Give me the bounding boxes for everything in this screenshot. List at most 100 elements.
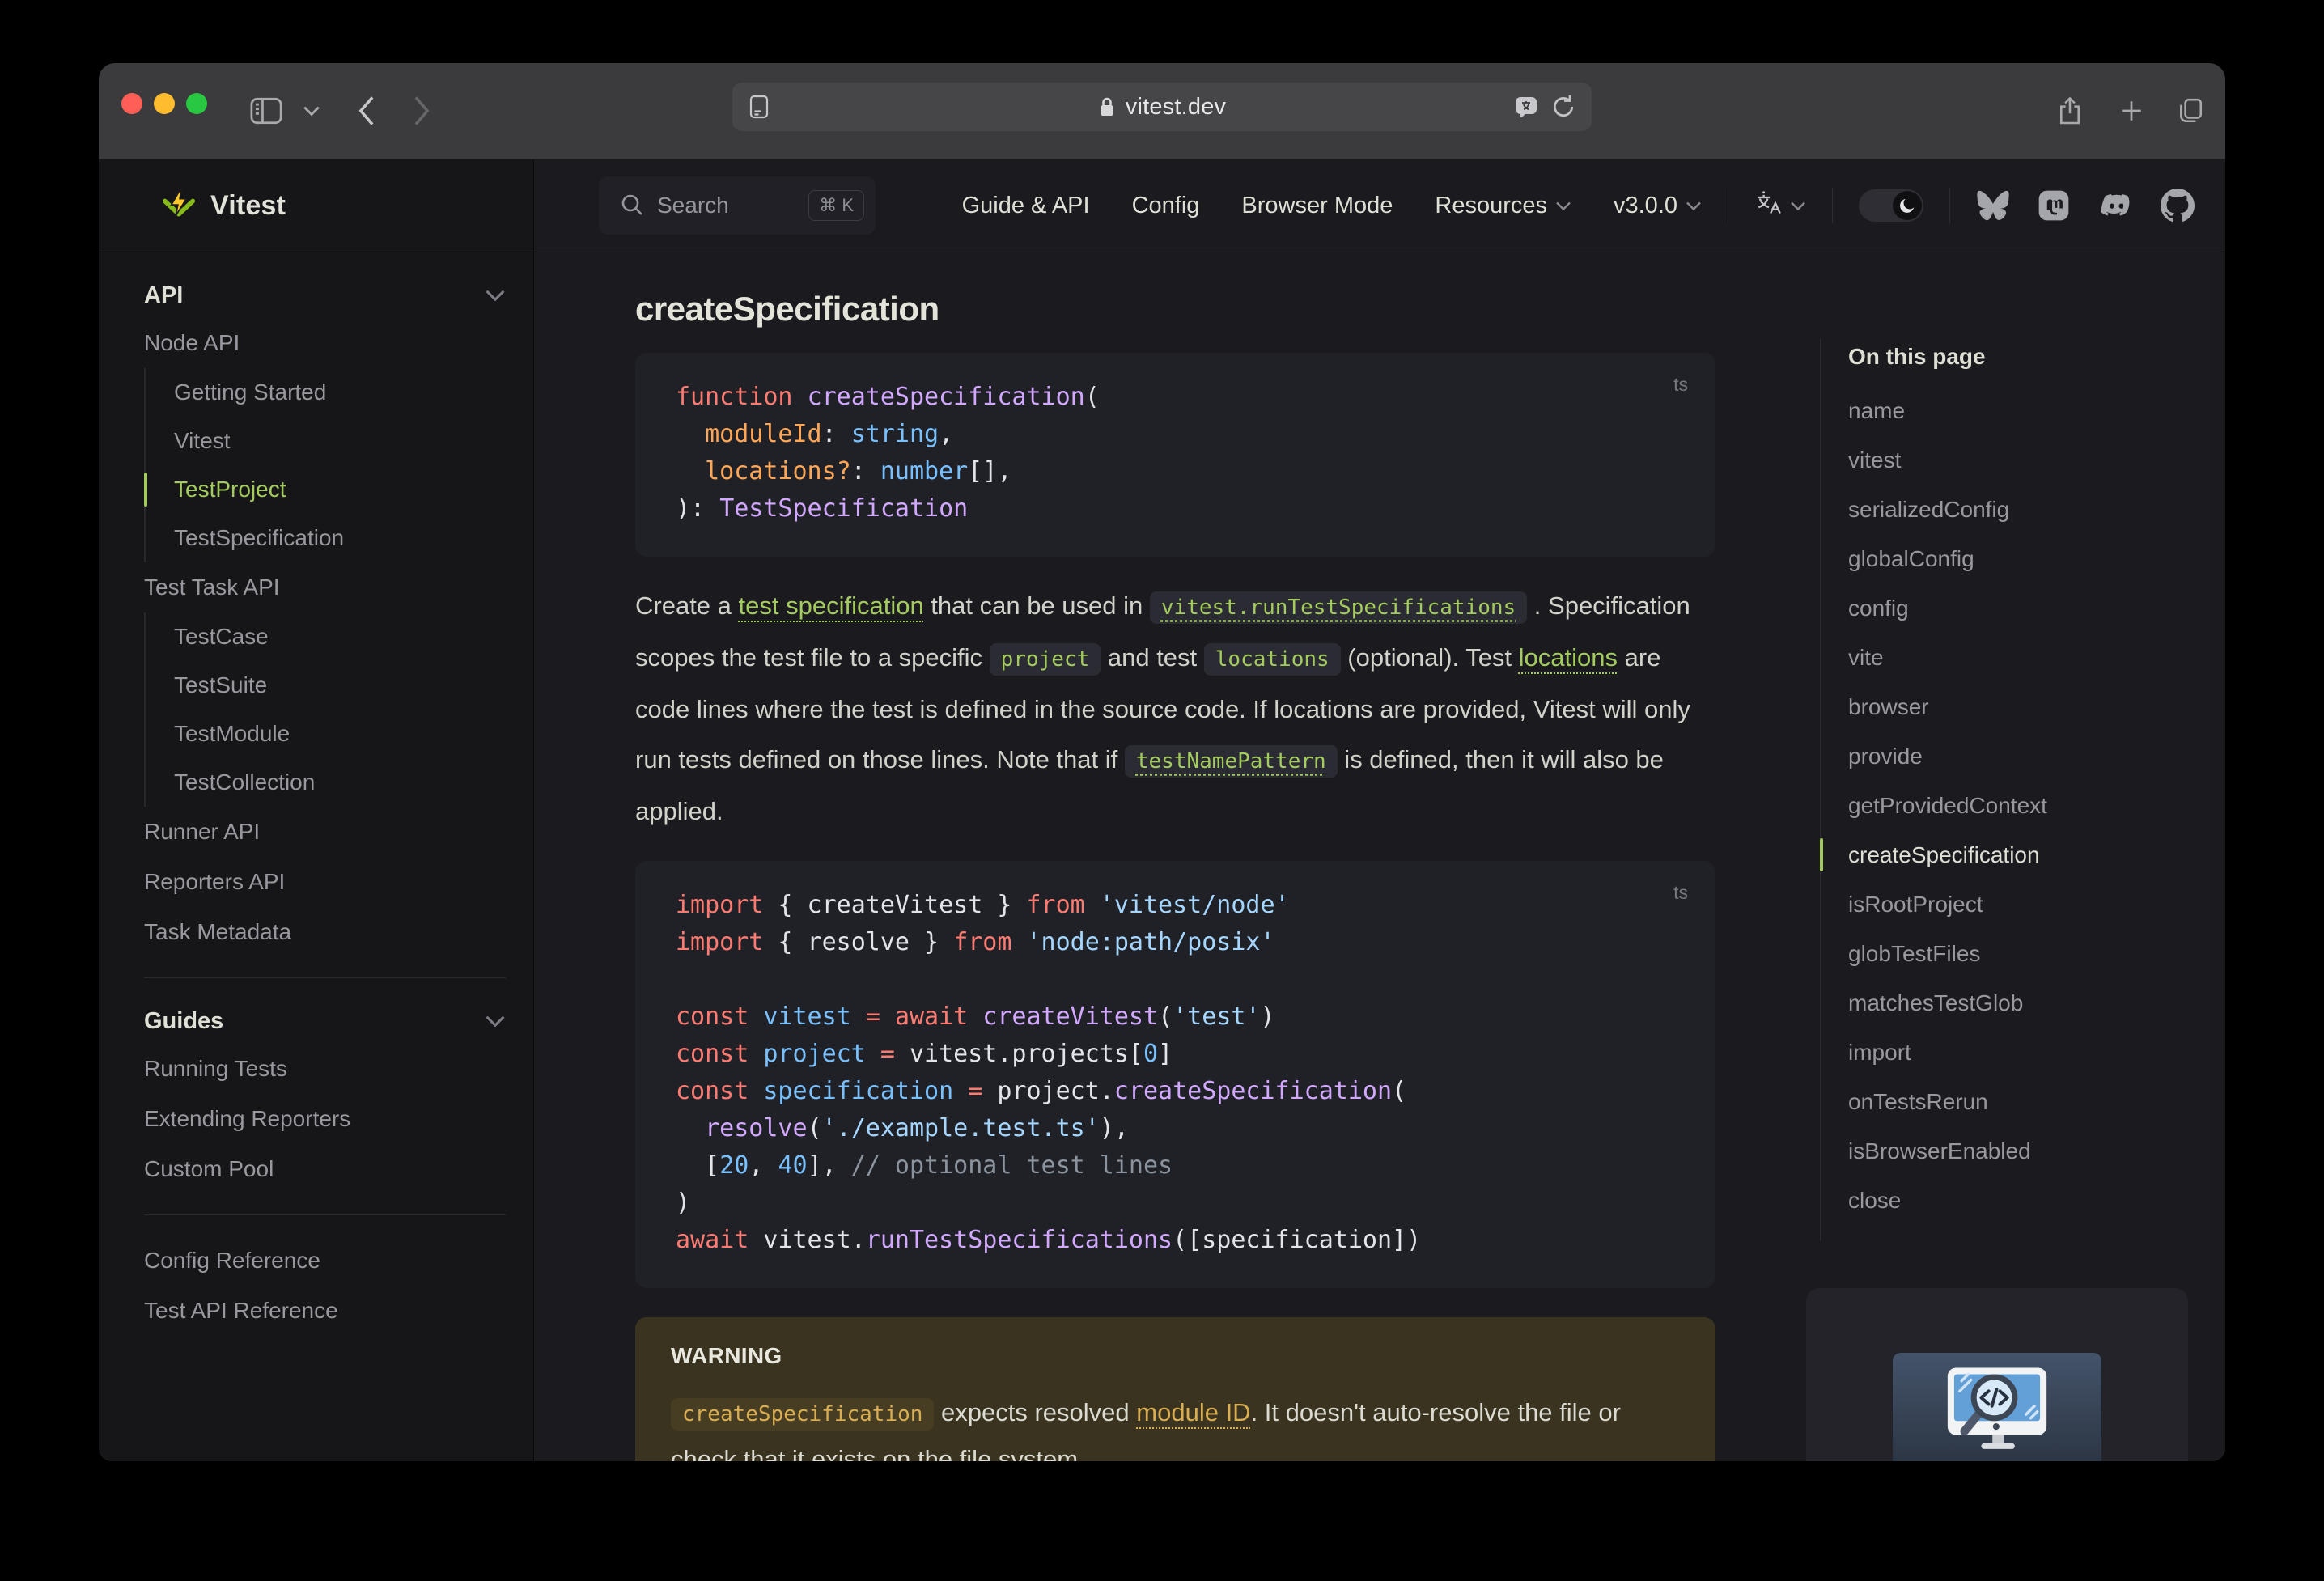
tab-overview-icon[interactable] xyxy=(2169,63,2212,159)
new-tab-icon[interactable] xyxy=(2110,63,2152,159)
nav-links: Guide & API Config Browser Mode Resources v3… xyxy=(962,193,1702,219)
toc-item-import[interactable]: import xyxy=(1848,1028,2200,1077)
sidebar-item-testproject[interactable]: TestProject xyxy=(144,465,517,514)
page-format-icon[interactable] xyxy=(749,95,770,119)
theme-toggle[interactable] xyxy=(1859,189,1923,222)
sidebar-divider xyxy=(144,1214,506,1215)
text-run: (optional). Test xyxy=(1340,643,1519,672)
sidebar-dropdown-chevron-icon[interactable] xyxy=(298,63,325,159)
sidebar-subgroup: Getting Started Vitest TestProject TestSpec… xyxy=(144,368,517,562)
translate-badge-icon[interactable] xyxy=(1514,95,1538,119)
toc-item-config[interactable]: config xyxy=(1848,583,2200,633)
page-title: createSpecification xyxy=(635,290,939,328)
code-line: await vitest.runTestSpecifications([spec… xyxy=(676,1226,1422,1254)
code-line: resolve('./example.test.ts'), xyxy=(705,1114,1129,1142)
sidebar-item-extending-reporters[interactable]: Extending Reporters xyxy=(144,1094,517,1144)
github-icon[interactable] xyxy=(2161,189,2195,223)
traffic-light-close[interactable] xyxy=(121,93,142,114)
mastodon-icon[interactable] xyxy=(2038,189,2070,222)
toc-item-ontestsrerun[interactable]: onTestsRerun xyxy=(1848,1077,2200,1126)
nav-link-browser-mode[interactable]: Browser Mode xyxy=(1241,193,1393,219)
forward-button[interactable] xyxy=(401,63,442,159)
nav-link-label: Browser Mode xyxy=(1241,192,1393,218)
sidebar-item-testcase[interactable]: TestCase xyxy=(174,612,517,661)
traffic-light-zoom[interactable] xyxy=(186,93,207,114)
discord-icon[interactable] xyxy=(2097,189,2133,222)
address-bar[interactable]: vitest.dev xyxy=(732,83,1592,131)
language-menu[interactable] xyxy=(1754,190,1806,222)
toc-item-browser[interactable]: browser xyxy=(1848,682,2200,731)
share-icon[interactable] xyxy=(2049,63,2091,159)
nav-link-guide-api[interactable]: Guide & API xyxy=(962,193,1090,219)
sidebar-section-guides[interactable]: Guides xyxy=(144,998,517,1044)
search-placeholder: Search xyxy=(657,193,729,218)
sidebar-item-node-api[interactable]: Node API xyxy=(144,318,517,368)
toc-item-serializedconfig[interactable]: serializedConfig xyxy=(1848,485,2200,534)
toc-item-isrootproject[interactable]: isRootProject xyxy=(1848,880,2200,929)
nav-link-config[interactable]: Config xyxy=(1132,193,1200,219)
inline-code: project xyxy=(989,643,1101,676)
code-lines: function createSpecification( moduleId: … xyxy=(676,379,1715,528)
sidebar-item-config-reference[interactable]: Config Reference xyxy=(144,1236,517,1286)
chevron-down-icon xyxy=(1686,201,1701,210)
inline-code: locations xyxy=(1203,643,1341,676)
search-input[interactable]: Search ⌘ K xyxy=(599,176,876,235)
chevron-down-icon xyxy=(1556,201,1571,210)
sidebar-nav: API Node API Getting Started Vitest TestProj… xyxy=(99,252,533,1336)
search-icon xyxy=(620,193,644,219)
sidebar-item-testcollection[interactable]: TestCollection xyxy=(174,758,517,807)
toc-item-vite[interactable]: vite xyxy=(1848,633,2200,682)
toc-item-matchestestglob[interactable]: matchesTestGlob xyxy=(1848,978,2200,1028)
sponsor-card[interactable] xyxy=(1806,1288,2188,1461)
sidebar-item-testspecification[interactable]: TestSpecification xyxy=(174,514,517,562)
sidebar-item-reporters-api[interactable]: Reporters API xyxy=(144,857,517,907)
inline-code-link-vitest-runtestspecifications[interactable]: vitest.runTestSpecifications xyxy=(1149,591,1528,624)
nav-link-v3-0-0[interactable]: v3.0.0 xyxy=(1614,193,1702,219)
reload-icon[interactable] xyxy=(1551,94,1575,120)
code-line: [20, 40], // optional test lines xyxy=(676,1151,1173,1180)
inline-code-link-testnamepattern[interactable]: testNamePattern xyxy=(1124,745,1338,778)
nav-separator xyxy=(1949,188,1950,223)
sidebar: Vitest API Node API Getting Started Vitest T… xyxy=(99,159,534,1461)
description-paragraph: Create a test specification that can be … xyxy=(635,581,1715,837)
sidebar-item-runner-api[interactable]: Runner API xyxy=(144,807,517,857)
toc-item-globtestfiles[interactable]: globTestFiles xyxy=(1848,929,2200,978)
sidebar-item-task-metadata[interactable]: Task Metadata xyxy=(144,907,517,957)
sidebar-item-custom-pool[interactable]: Custom Pool xyxy=(144,1144,517,1194)
article: createSpecification ts function createSp… xyxy=(635,252,1715,1461)
sidebar-item-testsuite[interactable]: TestSuite xyxy=(174,661,517,710)
sidebar-item-vitest[interactable]: Vitest xyxy=(174,417,517,465)
sidebar-section-label: API xyxy=(144,282,184,308)
page: createSpecification ts function createSp… xyxy=(534,252,2225,1461)
toc-item-vitest[interactable]: vitest xyxy=(1848,435,2200,485)
logo-text: Vitest xyxy=(210,189,286,221)
toc-item-name[interactable]: name xyxy=(1848,386,2200,435)
sidebar-item-testmodule[interactable]: TestModule xyxy=(174,710,517,758)
inline-link-test-specification[interactable]: test specification xyxy=(739,591,924,620)
chevron-down-icon xyxy=(1791,201,1805,210)
sidebar-toggle-icon[interactable] xyxy=(244,63,288,159)
logo[interactable]: Vitest xyxy=(99,159,533,252)
inline-link-locations[interactable]: locations xyxy=(1519,643,1618,672)
bluesky-icon[interactable] xyxy=(1976,189,2010,222)
nav-link-label: Config xyxy=(1131,192,1200,218)
inline-link-module-id[interactable]: module ID xyxy=(1136,1398,1250,1426)
code-line: locations?: number[], xyxy=(705,457,1012,485)
toc-item-close[interactable]: close xyxy=(1848,1176,2200,1225)
traffic-light-minimize[interactable] xyxy=(154,93,175,114)
toc-item-globalconfig[interactable]: globalConfig xyxy=(1848,534,2200,583)
sidebar-item-test-api-reference[interactable]: Test API Reference xyxy=(144,1286,517,1336)
sidebar-section-api[interactable]: API xyxy=(144,273,517,318)
toc-item-getprovidedcontext[interactable]: getProvidedContext xyxy=(1848,781,2200,830)
sidebar-item-getting-started[interactable]: Getting Started xyxy=(174,368,517,417)
toc-item-createspecification[interactable]: createSpecification xyxy=(1820,830,2200,880)
site: Vitest API Node API Getting Started Vitest T… xyxy=(99,159,2225,1461)
back-button[interactable] xyxy=(346,63,387,159)
sidebar-item-running-tests[interactable]: Running Tests xyxy=(144,1044,517,1094)
toc-item-isbrowserenabled[interactable]: isBrowserEnabled xyxy=(1848,1126,2200,1176)
sidebar-divider xyxy=(144,977,506,978)
nav-link-resources[interactable]: Resources xyxy=(1435,193,1571,219)
sidebar-item-test-task-api[interactable]: Test Task API xyxy=(144,562,517,612)
toc-item-provide[interactable]: provide xyxy=(1848,731,2200,781)
